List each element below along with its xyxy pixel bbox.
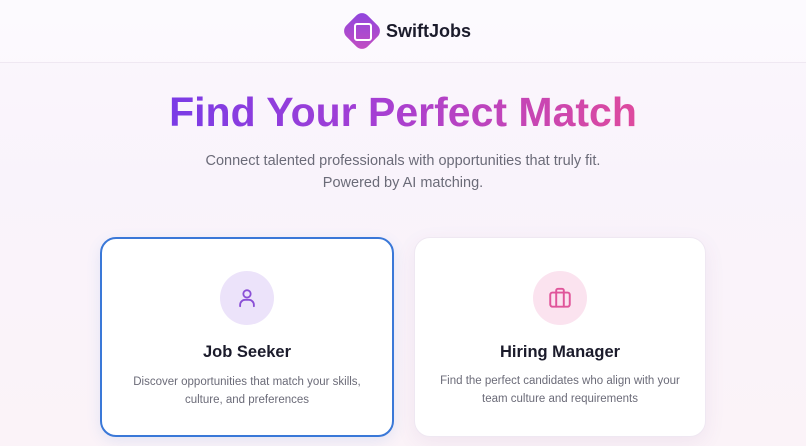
hiring-manager-card[interactable]: Hiring Manager Find the perfect candidat… — [414, 237, 706, 437]
job-seeker-title: Job Seeker — [202, 343, 292, 361]
hiring-manager-icon-circle — [533, 271, 587, 325]
briefcase-icon — [549, 287, 571, 308]
brand-logo-link[interactable]: SwiftJobs — [340, 9, 472, 53]
hero-title: Find Your Perfect Match — [169, 89, 637, 135]
brand-name: SwiftJobs — [386, 20, 472, 41]
hero-subtitle-line-2: Powered by AI matching. — [322, 175, 484, 191]
hiring-manager-title: Hiring Manager — [499, 343, 621, 361]
hiring-manager-description: Find the perfect candidates who align wi… — [440, 375, 680, 405]
top-header: SwiftJobs — [0, 0, 806, 63]
job-seeker-card[interactable]: Job Seeker Discover opportunities that m… — [100, 237, 394, 437]
hero-subtitle-line-1: Connect talented professionals with oppo… — [205, 153, 601, 169]
user-icon — [239, 289, 255, 308]
square-diamond-logo-icon — [340, 9, 384, 53]
job-seeker-icon-circle — [220, 271, 274, 325]
job-seeker-description: Discover opportunities that match your s… — [133, 376, 361, 406]
